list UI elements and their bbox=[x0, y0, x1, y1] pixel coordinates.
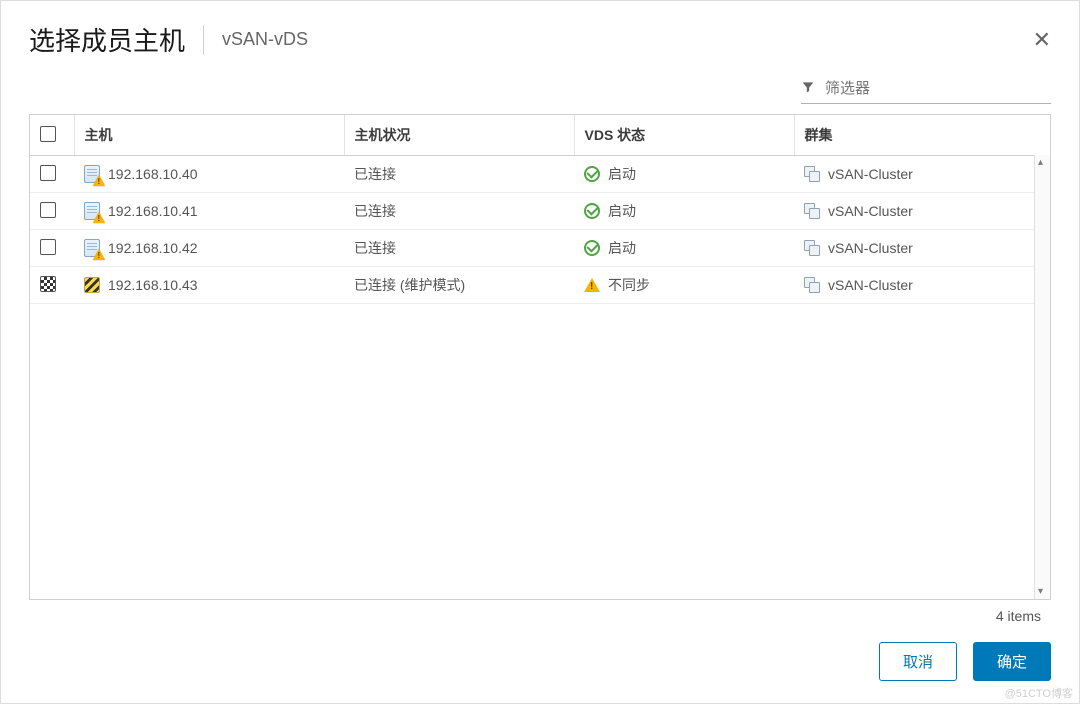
scroll-down-icon[interactable]: ▾ bbox=[1038, 586, 1043, 597]
cluster-icon bbox=[804, 277, 820, 293]
cluster-icon bbox=[804, 166, 820, 182]
select-member-hosts-modal: 选择成员主机 vSAN-vDS ✕ 主机 主机状况 VDS 状态 bbox=[0, 0, 1080, 704]
host-status-text: 已连接 bbox=[354, 166, 396, 182]
select-all-header bbox=[30, 115, 74, 156]
status-ok-icon bbox=[584, 166, 600, 182]
title-divider bbox=[203, 25, 204, 55]
row-checkbox[interactable] bbox=[40, 202, 56, 218]
cluster-name: vSAN-Cluster bbox=[828, 240, 913, 256]
scroll-up-icon[interactable]: ▴ bbox=[1038, 157, 1043, 168]
host-status-text: 已连接 (维护模式) bbox=[354, 277, 465, 293]
cluster-name: vSAN-Cluster bbox=[828, 277, 913, 293]
watermark: @51CTO博客 bbox=[1005, 685, 1073, 701]
host-warning-icon bbox=[84, 202, 100, 220]
hosts-table-container: 主机 主机状况 VDS 状态 群集 192.168.10.40 已连接 启动 v… bbox=[29, 114, 1051, 600]
ok-button[interactable]: 确定 bbox=[973, 642, 1051, 681]
cluster-name: vSAN-Cluster bbox=[828, 203, 913, 219]
host-ip: 192.168.10.43 bbox=[108, 277, 198, 293]
close-icon[interactable]: ✕ bbox=[1033, 29, 1051, 51]
item-count: 4 items bbox=[1, 600, 1079, 628]
vds-status-text: 启动 bbox=[608, 238, 636, 258]
table-header-row: 主机 主机状况 VDS 状态 群集 bbox=[30, 115, 1050, 156]
table-row[interactable]: 192.168.10.43 已连接 (维护模式) 不同步 vSAN-Cluste… bbox=[30, 267, 1050, 304]
hosts-table: 主机 主机状况 VDS 状态 群集 192.168.10.40 已连接 启动 v… bbox=[30, 115, 1050, 304]
modal-subtitle: vSAN-vDS bbox=[222, 29, 308, 50]
row-checkbox[interactable] bbox=[40, 276, 56, 292]
host-status-text: 已连接 bbox=[354, 240, 396, 256]
status-ok-icon bbox=[584, 240, 600, 256]
table-row[interactable]: 192.168.10.40 已连接 启动 vSAN-Cluster bbox=[30, 156, 1050, 193]
table-row[interactable]: 192.168.10.42 已连接 启动 vSAN-Cluster bbox=[30, 230, 1050, 267]
cluster-name: vSAN-Cluster bbox=[828, 166, 913, 182]
modal-title: 选择成员主机 bbox=[29, 21, 185, 58]
host-ip: 192.168.10.40 bbox=[108, 166, 198, 182]
vds-status-text: 启动 bbox=[608, 201, 636, 221]
vds-status-text: 不同步 bbox=[608, 275, 650, 295]
status-ok-icon bbox=[584, 203, 600, 219]
cluster-icon bbox=[804, 203, 820, 219]
host-status-text: 已连接 bbox=[354, 203, 396, 219]
col-cluster[interactable]: 群集 bbox=[794, 115, 1050, 156]
row-checkbox[interactable] bbox=[40, 165, 56, 181]
col-host-status[interactable]: 主机状况 bbox=[344, 115, 574, 156]
modal-header: 选择成员主机 vSAN-vDS ✕ bbox=[1, 1, 1079, 70]
filter-row bbox=[1, 70, 1079, 114]
host-maintenance-icon bbox=[84, 277, 100, 293]
cancel-button[interactable]: 取消 bbox=[879, 642, 957, 681]
row-checkbox[interactable] bbox=[40, 239, 56, 255]
filter-box[interactable] bbox=[801, 78, 1051, 104]
vds-status-text: 启动 bbox=[608, 164, 636, 184]
host-warning-icon bbox=[84, 165, 100, 183]
filter-input[interactable] bbox=[825, 78, 1051, 99]
modal-buttons: 取消 确定 bbox=[1, 628, 1079, 703]
funnel-icon bbox=[801, 80, 815, 98]
host-ip: 192.168.10.42 bbox=[108, 240, 198, 256]
cluster-icon bbox=[804, 240, 820, 256]
col-vds-status[interactable]: VDS 状态 bbox=[574, 115, 794, 156]
table-row[interactable]: 192.168.10.41 已连接 启动 vSAN-Cluster bbox=[30, 193, 1050, 230]
col-host[interactable]: 主机 bbox=[74, 115, 344, 156]
vertical-scrollbar[interactable]: ▴ ▾ bbox=[1034, 155, 1050, 599]
host-ip: 192.168.10.41 bbox=[108, 203, 198, 219]
status-warning-icon bbox=[584, 278, 600, 292]
host-warning-icon bbox=[84, 239, 100, 257]
select-all-checkbox[interactable] bbox=[40, 126, 56, 142]
